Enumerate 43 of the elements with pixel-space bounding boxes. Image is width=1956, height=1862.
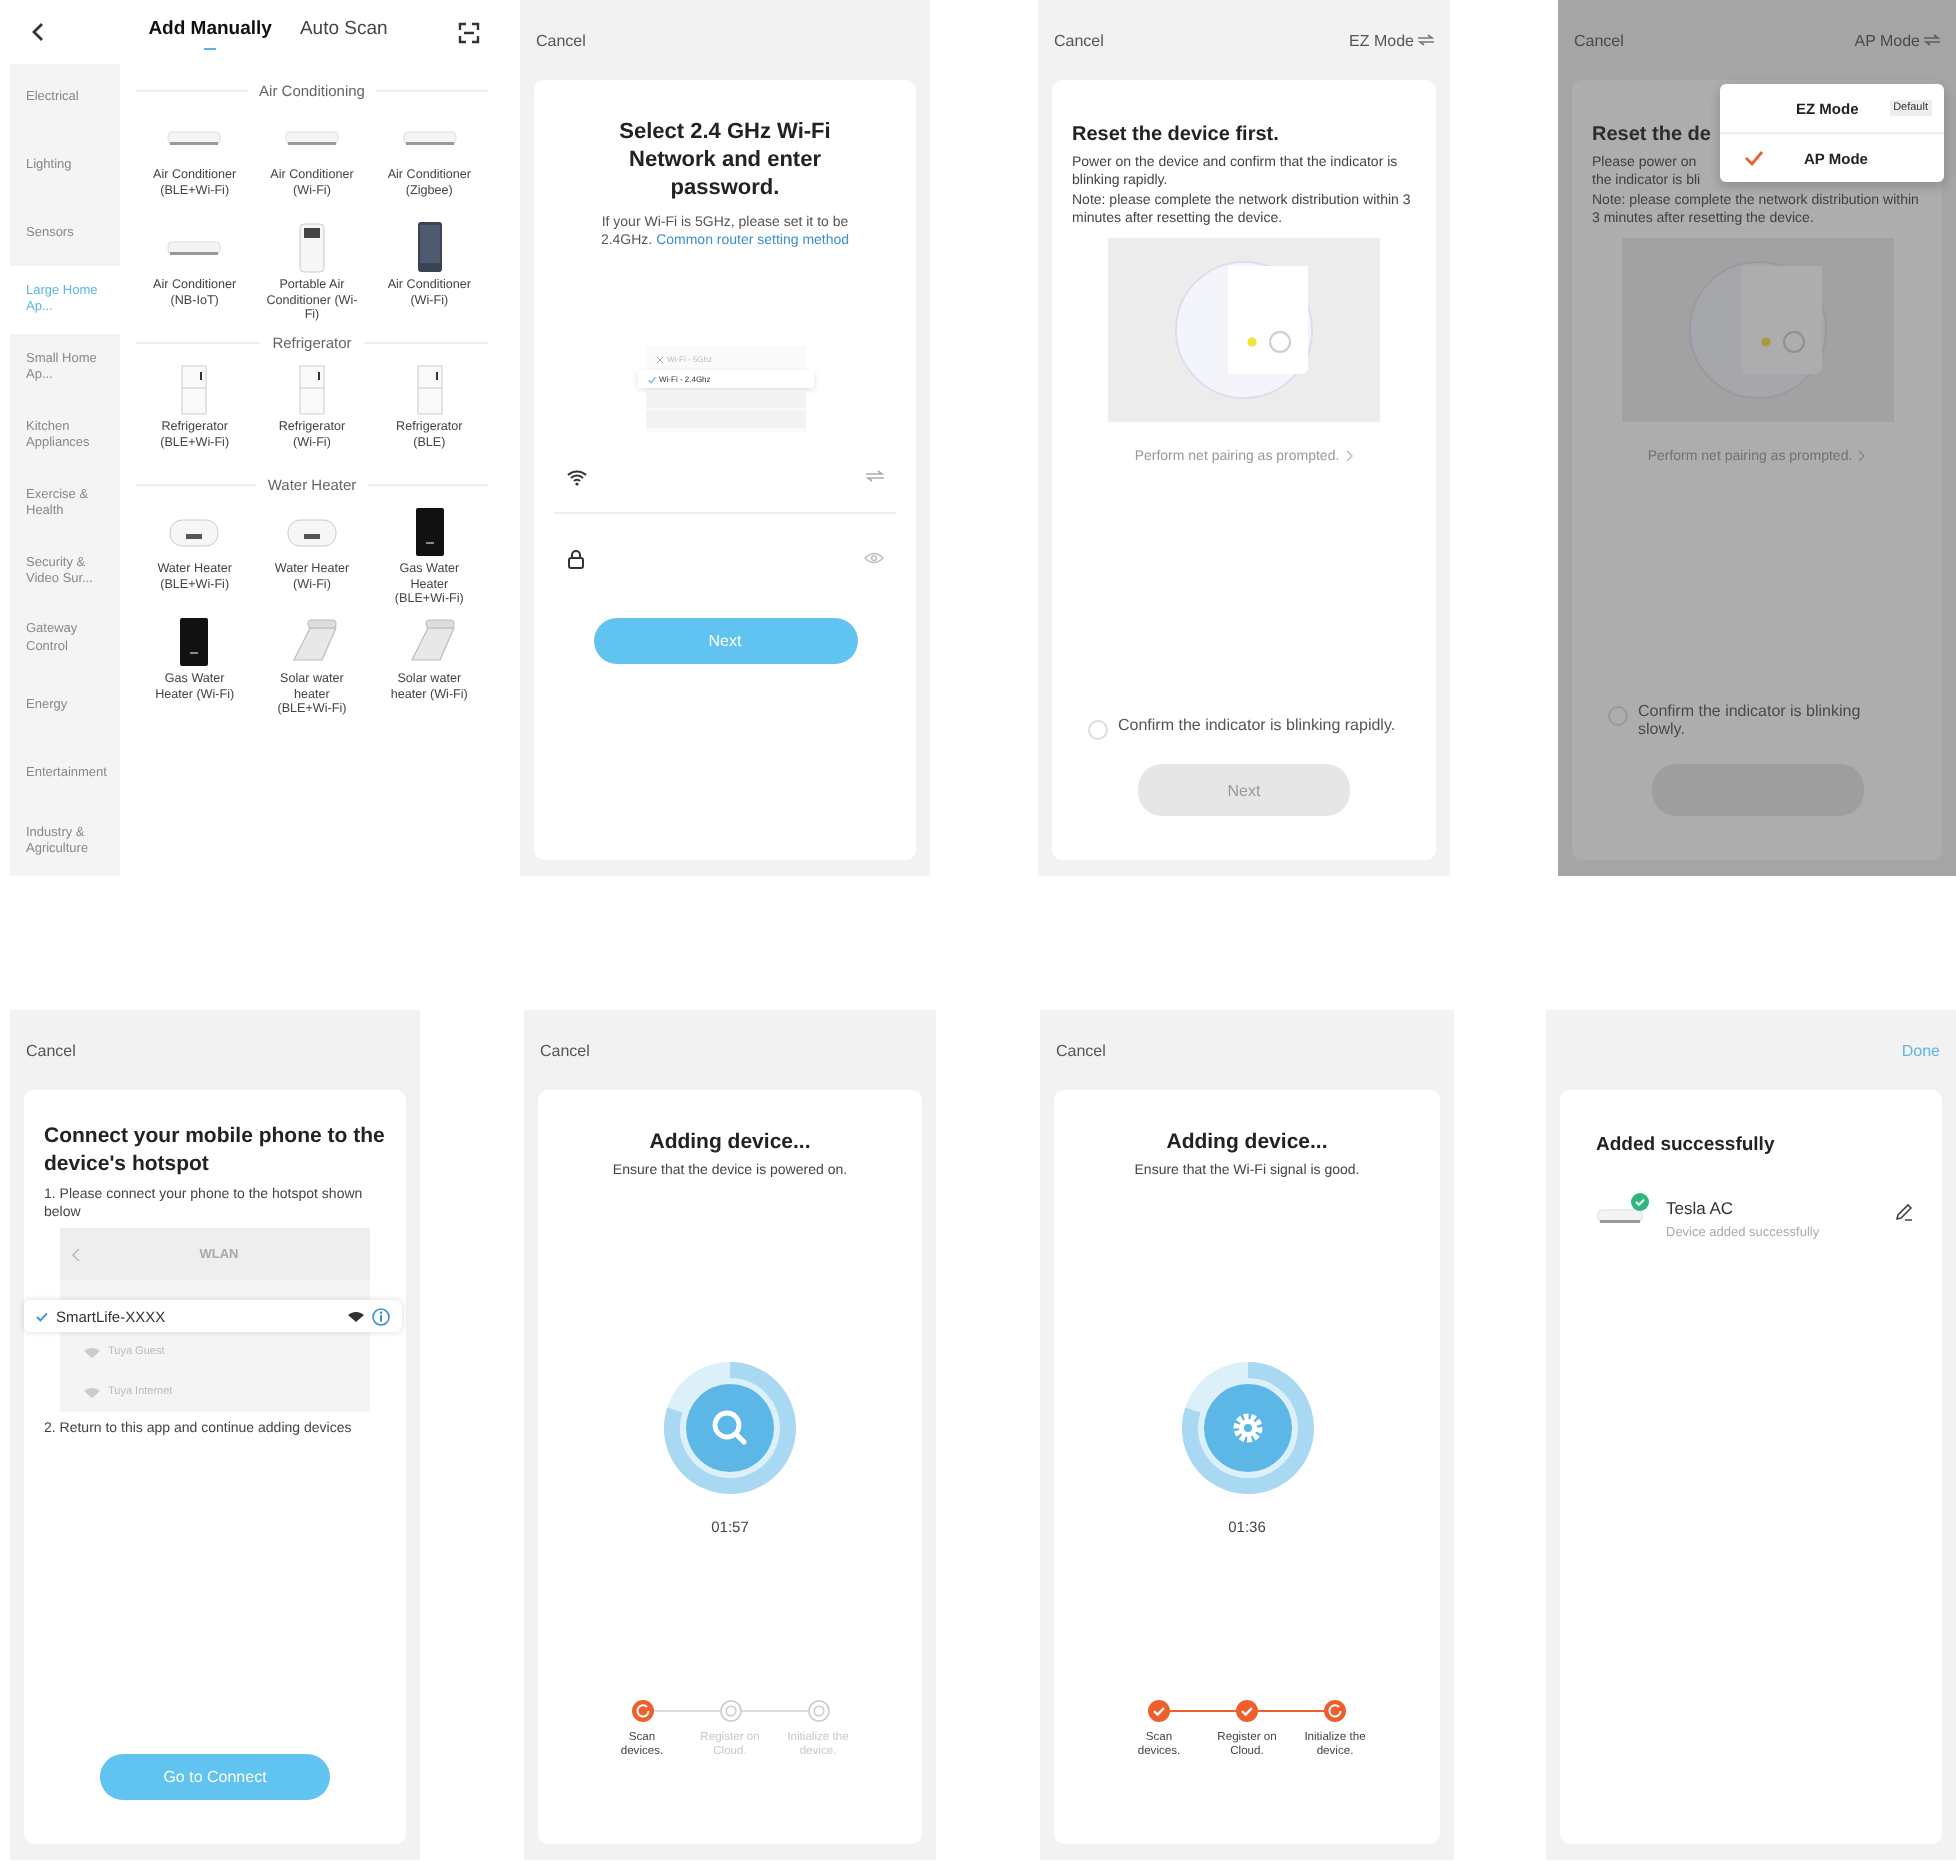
cancel-link[interactable]: Cancel (1574, 31, 1624, 49)
chevron-right-icon (1858, 450, 1867, 463)
device-name: Tesla AC (1666, 1198, 1736, 1218)
cancel-link[interactable]: Cancel (1054, 31, 1104, 49)
screen-title: Reset the de (1592, 124, 1713, 146)
screen-title: Reset the device first. (1072, 124, 1281, 146)
mode-label[interactable]: EZ Mode (1349, 31, 1414, 49)
check-icon (36, 1311, 48, 1322)
cancel-link[interactable]: Cancel (1056, 1041, 1106, 1059)
search-icon (686, 1384, 774, 1473)
chevron-right-icon (1345, 450, 1354, 463)
screen-title: Connect your mobile phone to the device's hotspot (44, 1124, 386, 1179)
back-icon[interactable] (30, 22, 46, 42)
cancel-link[interactable]: Cancel (26, 1041, 76, 1059)
eye-icon[interactable] (864, 552, 884, 565)
close-icon (655, 355, 663, 364)
swap-icon[interactable] (866, 470, 884, 483)
screen-title: Added successfully (1596, 1134, 1777, 1156)
wifi-icon (348, 1311, 364, 1322)
confirm-label[interactable]: Confirm the indicator is blinking rapidly. (1118, 716, 1396, 736)
mode-label[interactable]: AP Mode (1854, 31, 1920, 49)
tab[interactable]: Add Manually (148, 14, 272, 50)
screen-title: Adding device... (649, 1130, 811, 1154)
info-icon[interactable] (372, 1307, 390, 1326)
wifi-icon (84, 1347, 100, 1358)
radio-button[interactable] (1088, 720, 1108, 740)
lock-icon (566, 547, 586, 570)
screen-title: Adding device... (1166, 1130, 1328, 1154)
confirm-label[interactable]: Confirm the indicator is blinking slowly. (1638, 701, 1906, 740)
swap-icon[interactable] (1924, 34, 1940, 46)
swap-icon[interactable] (1418, 34, 1434, 46)
back-icon (72, 1247, 80, 1262)
scan-icon[interactable] (458, 21, 480, 43)
gear-icon (1203, 1384, 1291, 1473)
check-icon (1744, 150, 1764, 166)
check-icon (647, 375, 655, 384)
wifi-icon (84, 1387, 100, 1398)
cancel-link[interactable]: Cancel (540, 1041, 590, 1059)
tab[interactable]: Auto Scan (299, 14, 388, 50)
cancel-link[interactable]: Cancel (536, 31, 586, 49)
screen-title: Select 2.4 GHz Wi-Fi Network and enter password. (617, 120, 833, 203)
pencil-icon[interactable] (1894, 1202, 1914, 1222)
wifi-icon (566, 467, 588, 486)
